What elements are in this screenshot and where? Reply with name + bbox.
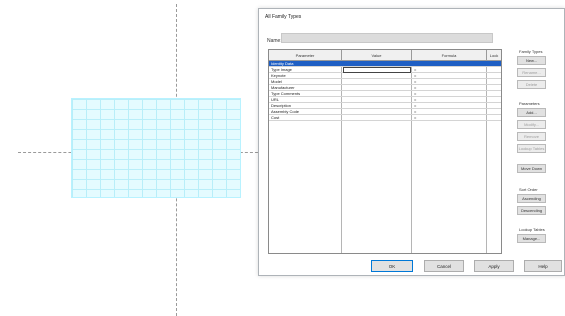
new-type-button[interactable]: New...	[517, 56, 546, 65]
add-parameter-button[interactable]: Add...	[517, 108, 546, 117]
name-field[interactable]	[281, 33, 493, 43]
parameters-table: Parameter Value Formula Lock Identity Da…	[268, 49, 502, 254]
family-types-dialog: All Family Types Name: Parameter Value F…	[258, 8, 565, 276]
sort-order-label: Sort Order	[519, 187, 538, 192]
column-header-lock[interactable]: Lock	[487, 50, 501, 61]
apply-button[interactable]: Apply	[474, 260, 514, 272]
rename-type-button[interactable]: Rename...	[517, 68, 546, 77]
parameter-name: Cost	[271, 115, 280, 120]
table-header: Parameter Value Formula Lock	[269, 50, 501, 61]
remove-parameter-button[interactable]: Remove	[517, 132, 546, 141]
column-header-value[interactable]: Value	[342, 50, 412, 61]
family-types-label: Family Types	[519, 49, 543, 54]
ascending-button[interactable]: Ascending	[517, 194, 546, 203]
column-header-formula[interactable]: Formula	[412, 50, 487, 61]
table-rows: Identity Data Type Image = Keynote = Mod…	[269, 61, 501, 121]
dialog-title: All Family Types	[265, 14, 302, 20]
lookup-button[interactable]: Lookup Tables	[517, 144, 546, 153]
manage-lookup-button[interactable]: Manage...	[517, 234, 546, 243]
help-button[interactable]: Help	[524, 260, 562, 272]
move-down-button[interactable]: Move Down	[517, 164, 546, 173]
lookup-tables-label: Lookup Tables	[519, 227, 545, 232]
table-row[interactable]: Cost =	[269, 115, 501, 121]
modify-parameter-button[interactable]: Modify...	[517, 120, 546, 129]
formula-cell[interactable]: =	[414, 115, 416, 121]
descending-button[interactable]: Descending	[517, 206, 546, 215]
column-header-parameter[interactable]: Parameter	[269, 50, 342, 61]
cancel-button[interactable]: Cancel	[424, 260, 464, 272]
parameters-label: Parameters	[519, 101, 540, 106]
name-label: Name:	[267, 38, 282, 44]
ok-button[interactable]: OK	[371, 260, 413, 272]
delete-type-button[interactable]: Delete	[517, 80, 546, 89]
family-geometry[interactable]	[71, 98, 241, 198]
